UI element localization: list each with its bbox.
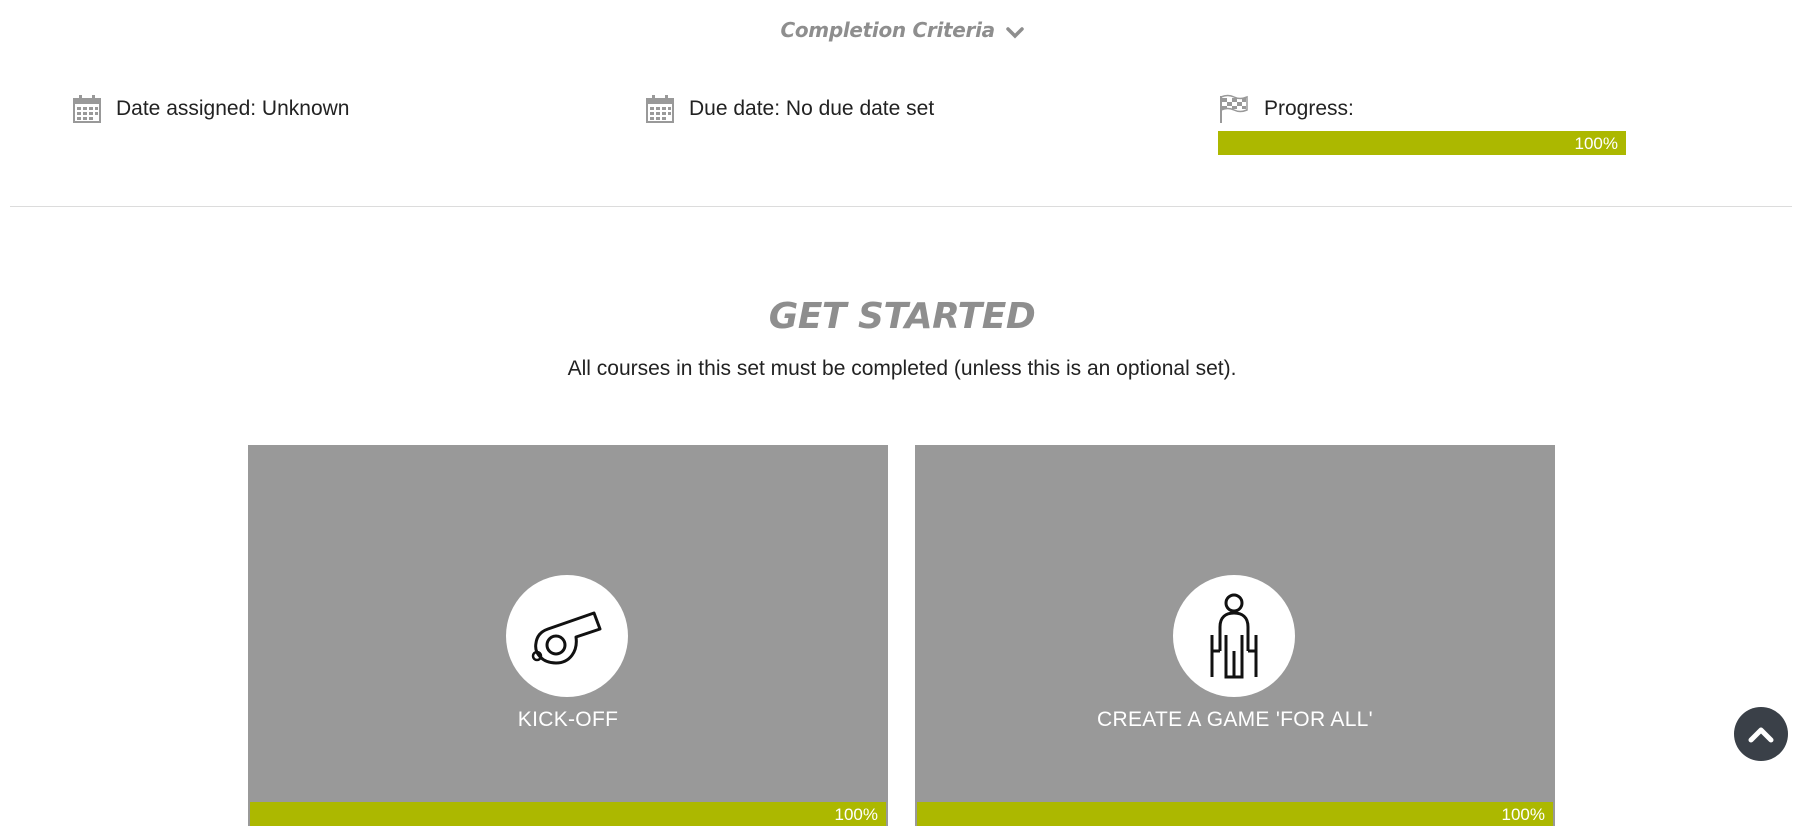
checkered-flag-icon — [1220, 94, 1248, 123]
course-progress-bar: 100% — [917, 802, 1553, 826]
person-with-crutches-icon — [1210, 593, 1258, 679]
section-description: All courses in this set must be complete… — [567, 357, 1237, 380]
overall-progress-fill: 100% — [1218, 131, 1626, 155]
chevron-down-icon — [1005, 20, 1024, 44]
section-title: GET STARTED — [768, 296, 1036, 337]
due-date: Due date: No due date set — [645, 94, 934, 124]
chevron-up-icon — [1748, 727, 1774, 743]
course-card-kick-off[interactable]: KICK-OFF 100% — [248, 445, 888, 826]
whistle-icon — [531, 611, 602, 665]
course-icon-circle — [1173, 575, 1295, 697]
course-progress-fill: 100% — [250, 802, 886, 826]
calendar-icon — [646, 95, 674, 123]
course-title: KICK-OFF — [517, 708, 619, 731]
overall-progress-value: 100% — [1574, 134, 1618, 153]
course-progress-value: 100% — [834, 805, 878, 824]
course-title: CREATE A GAME 'FOR ALL' — [1097, 708, 1373, 731]
course-icon-circle — [506, 575, 628, 697]
divider — [10, 206, 1792, 207]
course-progress-value: 100% — [1501, 805, 1545, 824]
due-date-text: Due date: No due date set — [689, 97, 935, 120]
completion-criteria-toggle[interactable]: Completion Criteria — [0, 18, 1804, 44]
date-assigned-text: Date assigned: Unknown — [116, 97, 350, 120]
date-assigned: Date assigned: Unknown — [72, 94, 349, 124]
back-to-top-button[interactable] — [1734, 707, 1788, 761]
overall-progress-bar: 100% — [1218, 131, 1626, 155]
course-progress-bar: 100% — [250, 802, 886, 826]
course-progress-fill: 100% — [917, 802, 1553, 826]
progress-label: Progress: — [1264, 97, 1354, 120]
course-card-create-a-game-for-all[interactable]: CREATE A GAME 'FOR ALL' 100% — [915, 445, 1555, 826]
progress-info: Progress: — [1218, 94, 1354, 124]
calendar-icon — [73, 95, 101, 123]
completion-criteria-label: Completion Criteria — [780, 18, 995, 42]
